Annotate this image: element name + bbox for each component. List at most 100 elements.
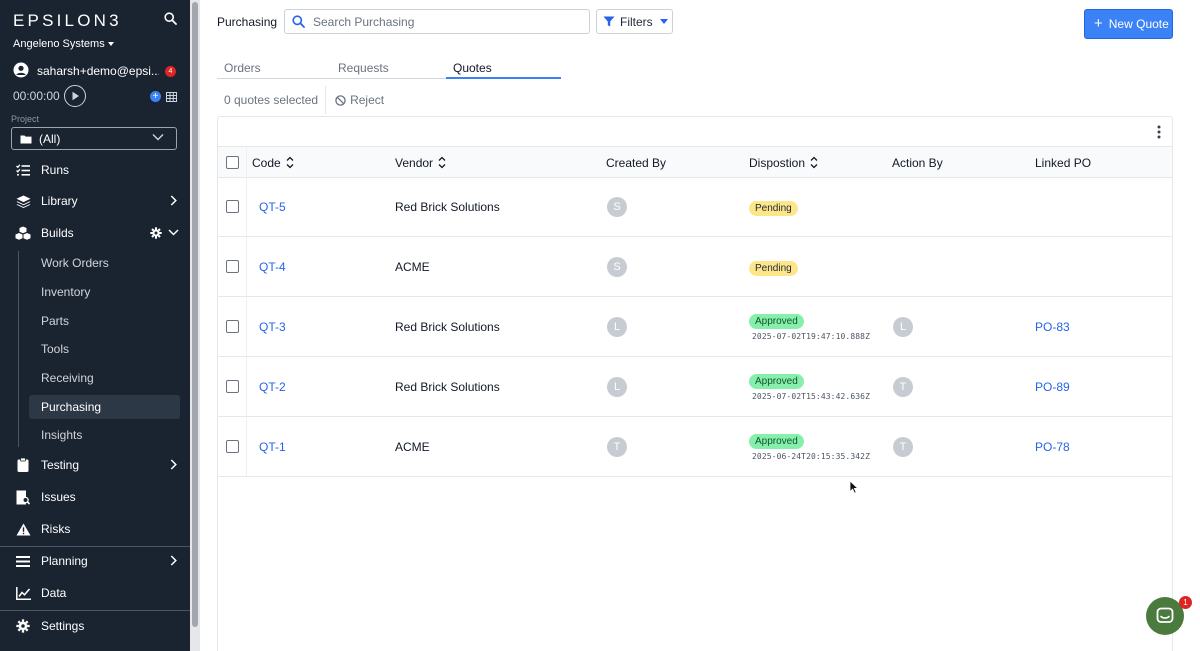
column-label: Code [252,155,281,170]
row-checkbox[interactable] [226,260,239,273]
user-menu[interactable]: saharsh+demo@epsi... 4 [13,62,183,79]
column-divider [246,237,247,296]
column-label: Linked PO [1035,155,1092,170]
sidebar-divider [0,610,190,611]
app-logo[interactable]: EPSILON3 [13,11,122,31]
table-row[interactable]: QT-2 Red Brick Solutions L Approved 2025-07-… [218,357,1172,417]
search-icon[interactable] [164,12,177,28]
sidebar-scrollbar[interactable] [190,0,200,651]
action-by-avatar[interactable]: T [893,377,913,397]
nav-planning[interactable]: Planning [0,549,190,573]
sidebar-item-inventory[interactable]: Inventory [29,280,180,304]
nav-runs[interactable]: Runs [0,158,190,182]
created-by-avatar[interactable]: T [607,437,627,457]
nav-label: Builds [41,226,74,240]
nav-settings[interactable]: Settings [0,614,190,638]
caret-down-icon [659,19,668,24]
grid-icon[interactable] [166,91,177,105]
sidebar-item-tools[interactable]: Tools [29,337,180,361]
nav-label: Data [41,586,67,600]
timer-play-button[interactable] [64,85,86,107]
nav-issues[interactable]: Issues [0,485,190,509]
action-by-avatar[interactable]: L [893,317,913,337]
column-divider [246,417,247,476]
sort-icon[interactable] [286,156,294,169]
created-by-avatar[interactable]: S [607,257,627,277]
search-input[interactable] [313,14,583,29]
row-checkbox[interactable] [226,380,239,393]
quote-code-link[interactable]: QT-2 [259,380,286,394]
org-name: Angeleno Systems [13,38,105,50]
filters-button[interactable]: Filters [596,9,673,34]
quote-code-link[interactable]: QT-3 [259,320,286,334]
created-by-avatar[interactable]: S [607,197,627,217]
line-chart-icon [15,586,31,600]
action-by-avatar[interactable]: T [893,437,913,457]
chat-unread-badge: 1 [1179,596,1192,609]
select-all-checkbox[interactable] [226,156,239,169]
add-timer-icon[interactable]: + [150,91,161,102]
sidebar-item-receiving[interactable]: Receiving [29,366,180,390]
quote-code-link[interactable]: QT-5 [259,200,286,214]
quote-code-link[interactable]: QT-4 [259,260,286,274]
play-icon [72,91,79,101]
tab-orders[interactable]: Orders [217,61,331,79]
created-by-avatar[interactable]: L [607,377,627,397]
scrollbar-thumb[interactable] [192,2,198,627]
gear-icon [15,619,31,633]
column-header-vendor[interactable]: Vendor [395,147,446,178]
sort-icon[interactable] [438,156,446,169]
action-timestamp: 2025-07-02T15:43:42.636Z [752,392,870,401]
linked-po-link[interactable]: PO-78 [1035,440,1070,454]
gear-icon[interactable] [150,227,162,242]
reject-button[interactable]: Reject [335,93,384,107]
vendor-name: ACME [395,440,430,454]
quotes-table: Code Vendor Created By Dispostion Action… [217,116,1173,651]
vendor-name: Red Brick Solutions [395,380,500,394]
sort-icon[interactable] [810,156,818,169]
nav-library[interactable]: Library [0,189,190,213]
column-divider [246,297,247,356]
nav-risks[interactable]: Risks [0,517,190,541]
created-by-avatar[interactable]: L [607,317,627,337]
sidebar: EPSILON3 Angeleno Systems saharsh+demo@e… [0,0,190,651]
column-header-disposition[interactable]: Dispostion [749,147,818,178]
caret-down-icon [107,42,114,47]
search-box[interactable] [284,9,590,34]
table-row[interactable]: QT-3 Red Brick Solutions L Approved 2025-07-… [218,297,1172,357]
tab-quotes[interactable]: Quotes [446,61,561,79]
quote-code-link[interactable]: QT-1 [259,440,286,454]
column-header-code[interactable]: Code [252,147,294,178]
folder-icon [20,135,32,143]
cubes-icon [15,226,31,240]
project-select[interactable]: (All) [11,127,177,150]
timer-display: 00:00:00 [13,89,60,103]
sidebar-item-work-orders[interactable]: Work Orders [29,251,180,275]
nav-label: Runs [41,163,70,177]
column-label: Dispostion [749,155,806,170]
column-divider [246,147,247,177]
main-content: Purchasing Filters + New Quote Orders Re… [200,0,1200,651]
row-checkbox[interactable] [226,200,239,213]
linked-po-link[interactable]: PO-83 [1035,320,1070,334]
new-quote-button[interactable]: + New Quote [1084,9,1173,39]
kebab-menu-icon[interactable] [1157,125,1161,142]
chevron-right-icon [170,459,177,470]
table-header: Code Vendor Created By Dispostion Action… [218,146,1172,178]
sidebar-item-parts[interactable]: Parts [29,309,180,333]
sidebar-item-insights[interactable]: Insights [29,423,180,447]
nav-builds[interactable]: Builds [0,221,190,245]
tab-requests[interactable]: Requests [331,61,446,79]
nav-testing[interactable]: Testing [0,453,190,477]
row-checkbox[interactable] [226,320,239,333]
project-value: (All) [39,131,61,146]
table-row[interactable]: QT-4 ACME S Pending [218,237,1172,297]
table-row[interactable]: QT-1 ACME T Approved 2025-06-24T20:15:35.342… [218,417,1172,477]
table-row[interactable]: QT-5 Red Brick Solutions S Pending [218,177,1172,237]
nav-data[interactable]: Data [0,581,190,605]
org-switcher[interactable]: Angeleno Systems [13,38,114,50]
notification-badge[interactable]: 4 [165,65,176,77]
row-checkbox[interactable] [226,440,239,453]
sidebar-item-purchasing[interactable]: Purchasing [29,395,180,419]
linked-po-link[interactable]: PO-89 [1035,380,1070,394]
